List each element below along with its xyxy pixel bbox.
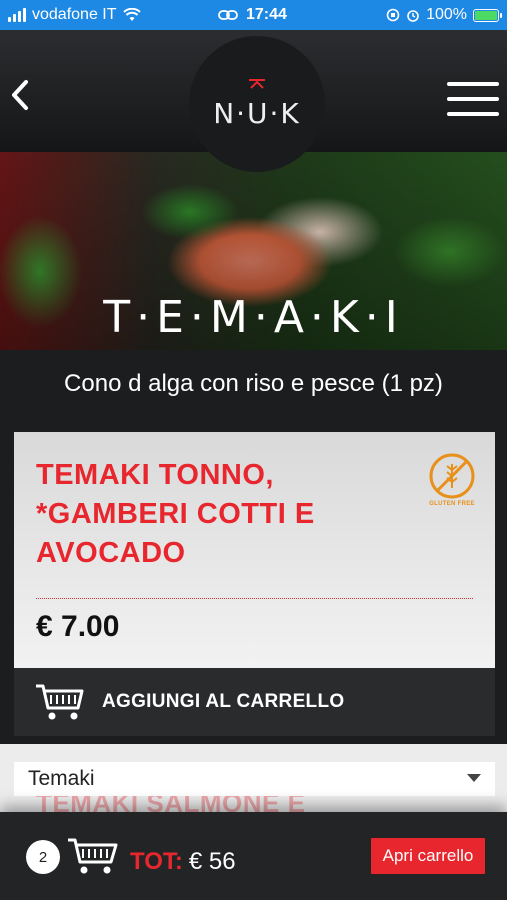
menu-button[interactable]	[447, 82, 499, 116]
category-select-value: Temaki	[28, 767, 95, 790]
logo-text: N·U·K	[213, 96, 301, 130]
cart-count-badge: 2	[26, 840, 60, 874]
gluten-free-label: GLUTEN FREE	[429, 501, 475, 507]
cart-icon[interactable]	[66, 836, 118, 876]
chevron-left-icon	[12, 80, 28, 110]
open-cart-button[interactable]: Apri carrello	[371, 838, 485, 874]
status-right: 100%	[386, 6, 502, 24]
status-left: vodafone IT	[8, 6, 141, 24]
category-title: T·E·M·A·K·I	[103, 292, 404, 343]
cart-icon	[36, 684, 84, 720]
link-icon	[218, 10, 238, 20]
logo-mark-icon	[249, 78, 265, 89]
hamburger-icon	[447, 82, 499, 86]
battery-icon	[473, 8, 502, 22]
product-name: TEMAKI TONNO, *GAMBERI COTTI E AVOCADO	[36, 459, 315, 569]
gluten-free-badge: GLUTEN FREE	[427, 452, 477, 510]
product-card: TEMAKI TONNO, *GAMBERI COTTI E AVOCADO G…	[14, 432, 495, 668]
category-hero: T·E·M·A·K·I	[0, 152, 507, 350]
signal-icon	[8, 8, 26, 22]
alarm-icon	[407, 10, 419, 22]
logo[interactable]: N·U·K	[189, 36, 325, 172]
carrier-label: vodafone IT	[32, 6, 117, 23]
add-to-cart-button[interactable]: AGGIUNGI AL CARRELLO	[14, 668, 495, 736]
divider	[36, 598, 473, 599]
app-header: N·U·K	[0, 30, 507, 172]
product-price: € 7.00	[36, 610, 120, 643]
status-bar: vodafone IT 17:44 100%	[0, 0, 507, 30]
category-select[interactable]: Temaki	[14, 762, 495, 796]
cart-bar: 2 TOT: € 56 Apri carrello	[0, 812, 507, 900]
cart-total: TOT: € 56	[130, 848, 236, 876]
clock: 17:44	[246, 6, 287, 23]
chevron-down-icon	[467, 774, 481, 782]
orientation-lock-icon	[386, 8, 400, 22]
gluten-free-icon	[429, 453, 475, 499]
total-label: TOT:	[130, 848, 183, 875]
wifi-icon	[122, 8, 141, 21]
battery-percent: 100%	[426, 6, 467, 23]
category-description: Cono d alga con riso e pesce (1 pz)	[64, 370, 443, 397]
add-to-cart-label: AGGIUNGI AL CARRELLO	[102, 691, 345, 712]
total-value: € 56	[188, 848, 236, 875]
back-button[interactable]	[4, 75, 36, 115]
status-center: 17:44	[218, 6, 287, 24]
